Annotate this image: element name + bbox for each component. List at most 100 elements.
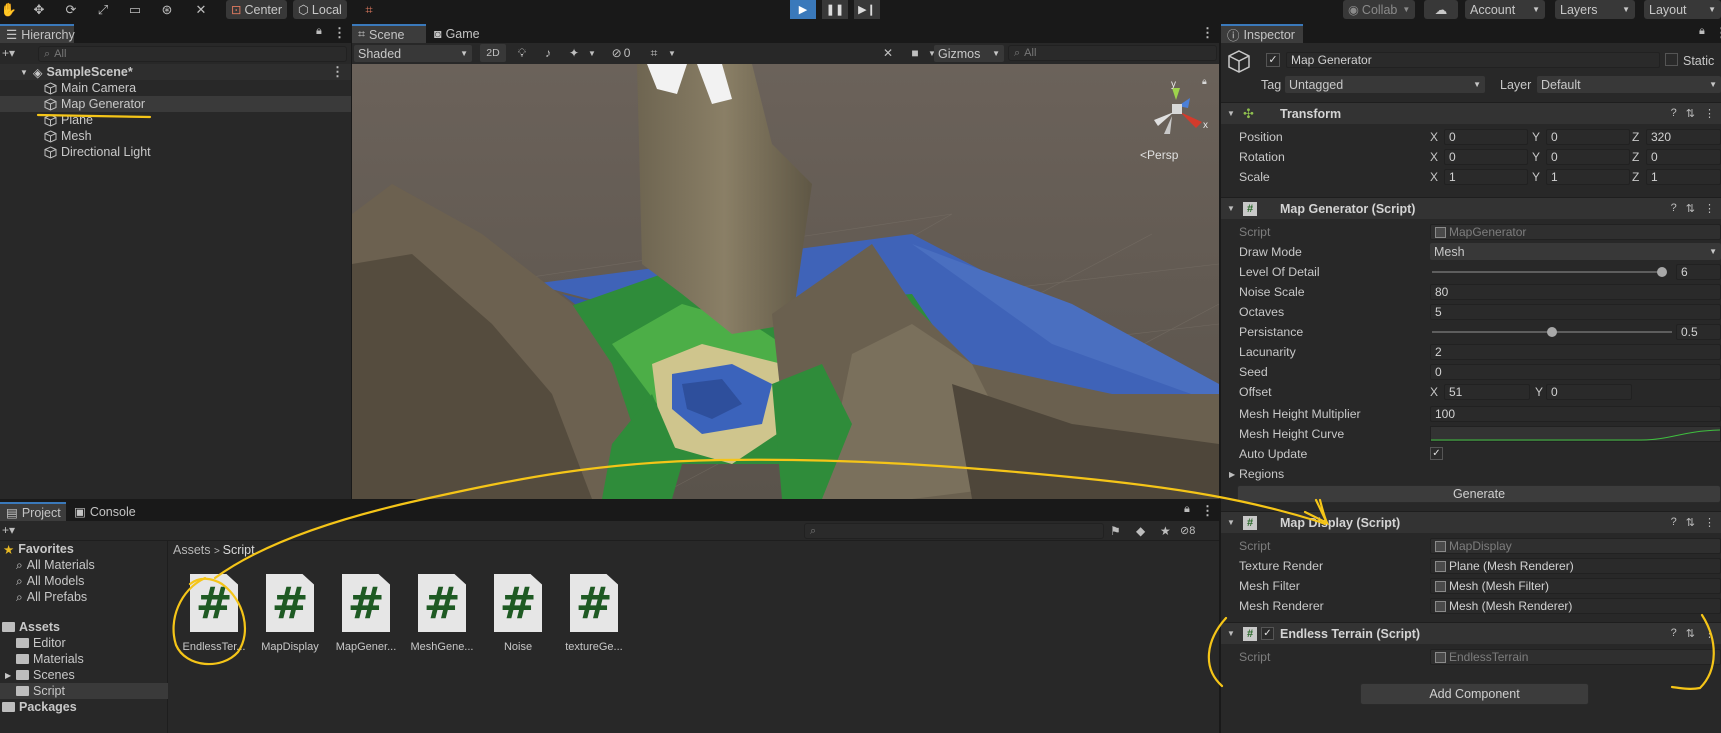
asset-folder-item[interactable]: Editor bbox=[0, 635, 168, 651]
layers-dropdown[interactable]: Layers ▼ bbox=[1555, 0, 1635, 19]
layout-dropdown[interactable]: Layout ▼ bbox=[1644, 0, 1721, 19]
gizmos-dropdown[interactable]: Gizmos ▼ bbox=[934, 45, 1004, 62]
transform-header[interactable]: ▼ ✣ Transform ? ⇅ ⋮ bbox=[1221, 102, 1721, 124]
move-tool-icon[interactable]: ✥ bbox=[30, 1, 48, 19]
offset-y-input[interactable]: 0 bbox=[1546, 384, 1632, 400]
lod-slider-track[interactable] bbox=[1432, 271, 1662, 273]
endless-terrain-header[interactable]: ▼ # ✓ Endless Terrain (Script) ? ⇅ ⋮ bbox=[1221, 622, 1721, 644]
tag-dropdown[interactable]: Untagged ▼ bbox=[1285, 76, 1485, 93]
tab-inspector[interactable]: ⓘ Inspector bbox=[1221, 24, 1303, 43]
filter-type-icon[interactable]: ⚑ bbox=[1110, 524, 1121, 538]
orientation-gizmo[interactable]: y x 🔒︎ bbox=[1144, 76, 1214, 144]
static-checkbox[interactable] bbox=[1665, 53, 1678, 66]
height-mult-input[interactable]: 100 bbox=[1430, 406, 1721, 422]
breadcrumb-script[interactable]: Script bbox=[223, 543, 255, 557]
favorites-header[interactable]: ★ Favorites bbox=[0, 541, 168, 557]
asset-folder-item[interactable]: ▶ Scenes bbox=[0, 667, 168, 683]
assets-header[interactable]: Assets bbox=[0, 619, 168, 635]
hierarchy-item[interactable]: Map Generator bbox=[0, 96, 351, 112]
play-button[interactable]: ▶ bbox=[790, 0, 816, 19]
noise-scale-input[interactable]: 80 bbox=[1430, 284, 1721, 300]
persistance-input[interactable]: 0.5 bbox=[1676, 324, 1721, 340]
kebab-menu-icon[interactable]: ⋮ bbox=[1704, 107, 1715, 120]
cloud-button[interactable]: ☁ bbox=[1424, 0, 1458, 19]
kebab-menu-icon[interactable]: ⋮ bbox=[1704, 627, 1715, 640]
script-asset[interactable]: # Noise bbox=[480, 574, 556, 654]
rotate-tool-icon[interactable]: ⟳ bbox=[62, 1, 80, 19]
script-asset[interactable]: # textureGe... bbox=[556, 574, 632, 654]
chevron-down-icon[interactable]: ▼ bbox=[666, 44, 678, 62]
effects-toggle-icon[interactable]: ✦ bbox=[562, 44, 586, 62]
script-asset[interactable]: # MapGener... bbox=[328, 574, 404, 654]
help-icon[interactable]: ? bbox=[1671, 107, 1677, 120]
hidden-objects-toggle[interactable]: ⊘ 0 bbox=[604, 44, 638, 62]
transform-z-input[interactable]: 0 bbox=[1646, 149, 1721, 165]
hidden-packages-toggle[interactable]: ⊘8 bbox=[1180, 524, 1195, 537]
script-asset[interactable]: # MapDisplay bbox=[252, 574, 328, 654]
pause-button[interactable]: ❚❚ bbox=[822, 0, 848, 19]
hierarchy-item[interactable]: Plane bbox=[0, 112, 351, 128]
hand-tool-icon[interactable]: ✋ bbox=[0, 1, 18, 19]
scene-search-input[interactable]: ⌕ All bbox=[1008, 45, 1217, 61]
offset-x-input[interactable]: 51 bbox=[1444, 384, 1530, 400]
tab-hierarchy[interactable]: ☰ Hierarchy bbox=[0, 24, 75, 43]
transform-y-input[interactable]: 0 bbox=[1546, 149, 1630, 165]
active-checkbox[interactable]: ✓ bbox=[1266, 53, 1280, 67]
tab-game[interactable]: ◙ Game bbox=[428, 24, 498, 43]
mesh-renderer-field[interactable]: Mesh (Mesh Renderer) bbox=[1430, 598, 1721, 614]
lighting-toggle-icon[interactable]: 💡︎ bbox=[510, 44, 534, 62]
draw-mode-dropdown[interactable]: Mesh ▼ bbox=[1430, 243, 1721, 260]
add-component-button[interactable]: Add Component bbox=[1360, 683, 1589, 705]
transform-x-input[interactable]: 1 bbox=[1444, 169, 1528, 185]
favorite-item[interactable]: ⌕ All Models bbox=[0, 573, 168, 589]
hierarchy-item[interactable]: Main Camera bbox=[0, 80, 351, 96]
lock-icon[interactable]: 🔒︎ bbox=[1184, 503, 1190, 516]
chevron-down-icon[interactable]: ▼ bbox=[586, 44, 598, 62]
regions-row[interactable]: ▶ Regions bbox=[1229, 465, 1711, 483]
transform-z-input[interactable]: 320 bbox=[1646, 129, 1721, 145]
tools-icon[interactable]: ✕ bbox=[876, 44, 900, 62]
project-search-input[interactable]: ⌕ bbox=[804, 523, 1104, 539]
map-display-header[interactable]: ▼ # Map Display (Script) ? ⇅ ⋮ bbox=[1221, 511, 1721, 533]
pivot-center-button[interactable]: ⊡ Center bbox=[226, 0, 288, 19]
kebab-menu-icon[interactable]: ⋮ bbox=[1715, 25, 1721, 41]
auto-update-checkbox[interactable]: ✓ bbox=[1430, 447, 1443, 460]
asset-folder-item[interactable]: Script bbox=[0, 683, 168, 699]
transform-z-input[interactable]: 1 bbox=[1646, 169, 1721, 185]
mesh-filter-field[interactable]: Mesh (Mesh Filter) bbox=[1430, 578, 1721, 594]
kebab-menu-icon[interactable]: ⋮ bbox=[1201, 25, 1214, 41]
packages-header[interactable]: Packages bbox=[0, 699, 168, 715]
collab-button[interactable]: ◉ Collab ▼ bbox=[1343, 0, 1415, 19]
lod-input[interactable]: 6 bbox=[1676, 264, 1721, 280]
help-icon[interactable]: ? bbox=[1671, 627, 1677, 640]
generate-button[interactable]: Generate bbox=[1237, 485, 1721, 503]
help-icon[interactable]: ? bbox=[1671, 516, 1677, 529]
scene-viewport[interactable]: y x 🔒︎ <Persp bbox=[352, 64, 1219, 499]
preset-icon[interactable]: ⇅ bbox=[1686, 627, 1695, 640]
kebab-menu-icon[interactable]: ⋮ bbox=[1201, 503, 1214, 519]
layer-dropdown[interactable]: Default ▼ bbox=[1537, 76, 1721, 93]
transform-tool-icon[interactable]: ⊛ bbox=[158, 1, 176, 19]
octaves-input[interactable]: 5 bbox=[1430, 304, 1721, 320]
tab-project[interactable]: ▤ Project bbox=[0, 502, 66, 521]
tab-scene[interactable]: ⌗ Scene bbox=[352, 24, 426, 43]
object-name-input[interactable]: Map Generator bbox=[1286, 52, 1660, 68]
scene-row[interactable]: ▼ ◈ SampleScene* ⋮ bbox=[0, 64, 351, 80]
mode-2d-toggle[interactable]: 2D bbox=[480, 44, 506, 62]
seed-input[interactable]: 0 bbox=[1430, 364, 1721, 380]
transform-x-input[interactable]: 0 bbox=[1444, 149, 1528, 165]
favorite-item[interactable]: ⌕ All Materials bbox=[0, 557, 168, 573]
preset-icon[interactable]: ⇅ bbox=[1686, 107, 1695, 120]
pivot-local-button[interactable]: ⬡ Local bbox=[293, 0, 347, 19]
projection-toggle[interactable]: <Persp bbox=[1140, 148, 1178, 162]
scene-menu-icon[interactable]: ⋮ bbox=[331, 64, 344, 80]
gizmo-lock-icon[interactable]: 🔒︎ bbox=[1202, 76, 1207, 87]
audio-toggle-icon[interactable]: ♪ bbox=[536, 44, 560, 62]
kebab-menu-icon[interactable]: ⋮ bbox=[1704, 516, 1715, 529]
map-generator-header[interactable]: ▼ # Map Generator (Script) ? ⇅ ⋮ bbox=[1221, 197, 1721, 219]
help-icon[interactable]: ? bbox=[1671, 202, 1677, 215]
rect-tool-icon[interactable]: ▭ bbox=[126, 1, 144, 19]
breadcrumb-assets[interactable]: Assets bbox=[173, 543, 211, 557]
custom-tool-icon[interactable]: ✕ bbox=[192, 1, 210, 19]
lock-icon[interactable]: 🔒︎ bbox=[1699, 25, 1705, 38]
